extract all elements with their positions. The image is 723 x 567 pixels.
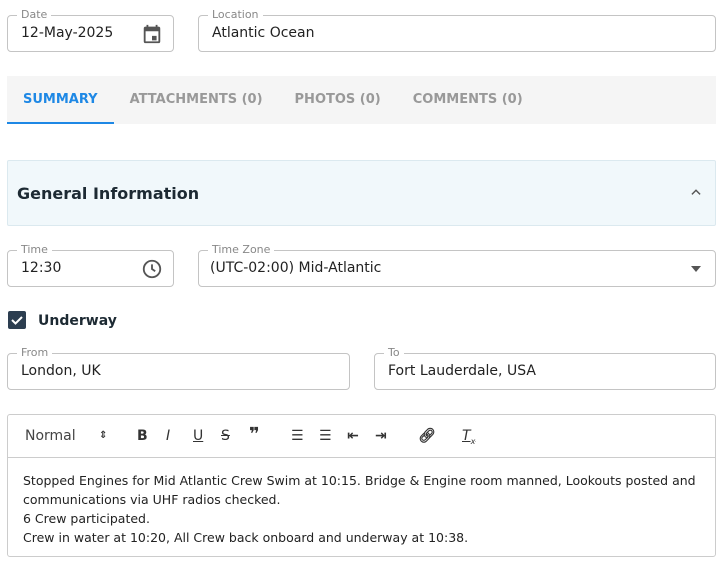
tab-comments[interactable]: COMMENTS (0) (397, 76, 539, 124)
calendar-icon[interactable] (141, 23, 163, 45)
from-label: From (17, 346, 53, 359)
content-line: 6 Crew participated. (23, 511, 150, 526)
time-value: 12:30 (21, 260, 62, 276)
underway-checkbox[interactable] (8, 311, 26, 329)
clear-format-button[interactable]: Tx (462, 428, 475, 446)
from-field[interactable]: From London, UK (7, 346, 350, 390)
blockquote-button[interactable]: ❞ (249, 424, 260, 445)
clock-icon[interactable] (141, 258, 163, 280)
time-field[interactable]: Time 12:30 (7, 243, 174, 287)
check-icon (11, 316, 23, 325)
underway-label: Underway (38, 313, 117, 329)
location-value: Atlantic Ocean (212, 25, 315, 41)
date-label: Date (17, 8, 52, 21)
outdent-button[interactable]: ⇤ (347, 428, 359, 444)
time-label: Time (17, 243, 52, 256)
to-field[interactable]: To Fort Lauderdale, USA (374, 346, 716, 390)
italic-button[interactable]: I (166, 428, 170, 444)
rich-text-editor: Normal ⇕ B I U S ❞ ☰ ☰ ⇤ ⇥ 🔗︎ Tx Stopped… (7, 414, 716, 557)
bold-button[interactable]: B (137, 428, 148, 444)
to-value: Fort Lauderdale, USA (388, 363, 536, 379)
from-value: London, UK (21, 363, 101, 379)
format-select[interactable]: Normal (25, 428, 76, 444)
tab-summary[interactable]: SUMMARY (7, 76, 114, 124)
editor-toolbar: Normal ⇕ B I U S ❞ ☰ ☰ ⇤ ⇥ 🔗︎ Tx (8, 415, 715, 458)
format-select-arrows-icon[interactable]: ⇕ (99, 430, 107, 441)
timezone-label: Time Zone (208, 243, 275, 256)
panel-title: General Information (17, 184, 200, 203)
location-field[interactable]: Location Atlantic Ocean (198, 8, 716, 52)
tab-photos[interactable]: PHOTOS (0) (279, 76, 397, 124)
chevron-up-icon[interactable] (689, 185, 703, 199)
bullet-list-button[interactable]: ☰ (319, 428, 332, 444)
dropdown-arrow-icon[interactable] (691, 266, 701, 272)
date-field[interactable]: Date 12-May-2025 (7, 8, 174, 52)
tab-attachments[interactable]: ATTACHMENTS (0) (114, 76, 279, 124)
location-label: Location (208, 8, 263, 21)
underline-button[interactable]: U (193, 428, 203, 444)
date-value: 12-May-2025 (21, 25, 114, 41)
indent-button[interactable]: ⇥ (375, 428, 387, 444)
timezone-select[interactable]: Time Zone (UTC-02:00) Mid-Atlantic (198, 243, 716, 287)
content-line: Crew in water at 10:20, All Crew back on… (23, 530, 469, 545)
content-line: Stopped Engines for Mid Atlantic Crew Sw… (23, 473, 696, 507)
ordered-list-button[interactable]: ☰ (291, 428, 304, 444)
to-label: To (384, 346, 404, 359)
strikethrough-button[interactable]: S (221, 428, 230, 444)
general-information-header[interactable]: General Information (7, 160, 716, 226)
link-button[interactable]: 🔗︎ (418, 428, 436, 444)
tab-bar: SUMMARY ATTACHMENTS (0) PHOTOS (0) COMME… (7, 76, 716, 124)
editor-content[interactable]: Stopped Engines for Mid Atlantic Crew Sw… (8, 458, 715, 560)
timezone-value: (UTC-02:00) Mid-Atlantic (210, 260, 382, 276)
